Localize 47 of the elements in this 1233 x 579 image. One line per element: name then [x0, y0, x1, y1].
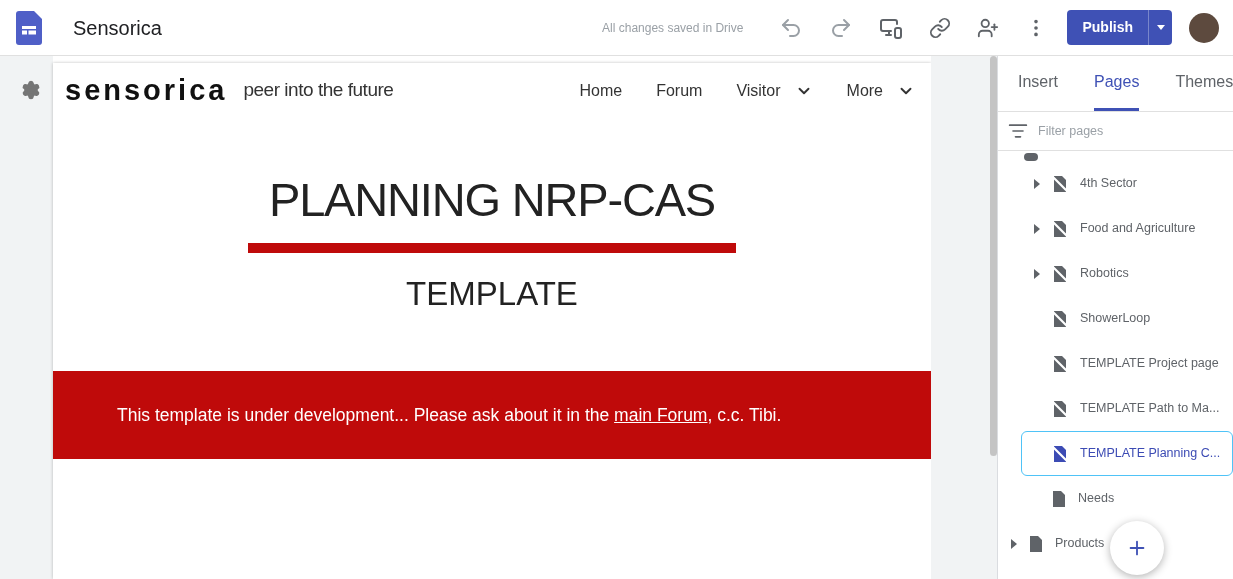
page-item[interactable]: Food and Agriculture	[1021, 206, 1233, 251]
hidden-page-icon	[1052, 264, 1068, 283]
hidden-page-icon	[1052, 354, 1068, 373]
settings-icon[interactable]	[20, 80, 41, 100]
page-item[interactable]: Needs	[1021, 476, 1233, 521]
page-item[interactable]: Products	[998, 521, 1233, 566]
site-name[interactable]: Sensorica	[73, 12, 162, 43]
hidden-page-icon	[1052, 444, 1068, 463]
expand-caret-icon[interactable]	[1034, 268, 1040, 279]
caret-icon	[1156, 25, 1165, 30]
filter-input[interactable]: Filter pages	[1038, 121, 1188, 141]
hidden-page-icon	[1052, 399, 1068, 418]
save-status: All changes saved in Drive	[602, 19, 744, 37]
share-icon[interactable]	[977, 16, 1000, 39]
nav-link[interactable]: Forum	[656, 78, 703, 103]
forum-link[interactable]: main Forum	[614, 404, 708, 425]
panel-tab[interactable]: Themes	[1175, 55, 1233, 111]
page-item[interactable]: TEMPLATE Project page	[1021, 341, 1233, 386]
folder-icon	[1024, 153, 1038, 161]
avatar[interactable]	[1189, 12, 1219, 43]
nav-link[interactable]: Visitor	[736, 78, 813, 103]
hidden-page-icon	[1052, 219, 1068, 238]
page-item[interactable]: Robotics	[1021, 251, 1233, 296]
filter-icon	[1008, 121, 1028, 141]
sites-logo-icon	[16, 10, 42, 45]
scrollbar[interactable]	[990, 56, 997, 456]
page-title: PLANNING NRP-CAS	[268, 176, 716, 223]
publish-button[interactable]: Publish	[1067, 10, 1149, 45]
page-item[interactable]: ShowerLoop	[1021, 296, 1233, 341]
page-icon	[1052, 489, 1066, 508]
nav-link[interactable]: Home	[579, 78, 623, 103]
page-item[interactable]: TEMPLATE Path to Ma...	[1021, 386, 1233, 431]
page-item[interactable]: TEMPLATE Planning C...	[1021, 431, 1233, 476]
page-item[interactable]: 4th Sector	[1021, 161, 1233, 206]
site-tagline: peer into the future	[243, 78, 394, 103]
panel-tab[interactable]: Insert	[1018, 55, 1058, 111]
expand-caret-icon[interactable]	[1011, 538, 1017, 549]
nav-link[interactable]: More	[846, 78, 915, 103]
expand-caret-icon[interactable]	[1034, 178, 1040, 189]
notice-text: This template is under development... Please ask about it in the main Forum, c.c. Tibi.	[117, 403, 782, 427]
expand-caret-icon[interactable]	[1034, 223, 1040, 234]
hidden-page-icon	[1052, 174, 1068, 193]
link-icon[interactable]	[929, 16, 952, 39]
hidden-page-icon	[1052, 309, 1068, 328]
site-logo[interactable]: sensorica	[65, 76, 228, 105]
page-icon	[1029, 534, 1043, 553]
page-subtitle: TEMPLATE	[406, 277, 578, 310]
